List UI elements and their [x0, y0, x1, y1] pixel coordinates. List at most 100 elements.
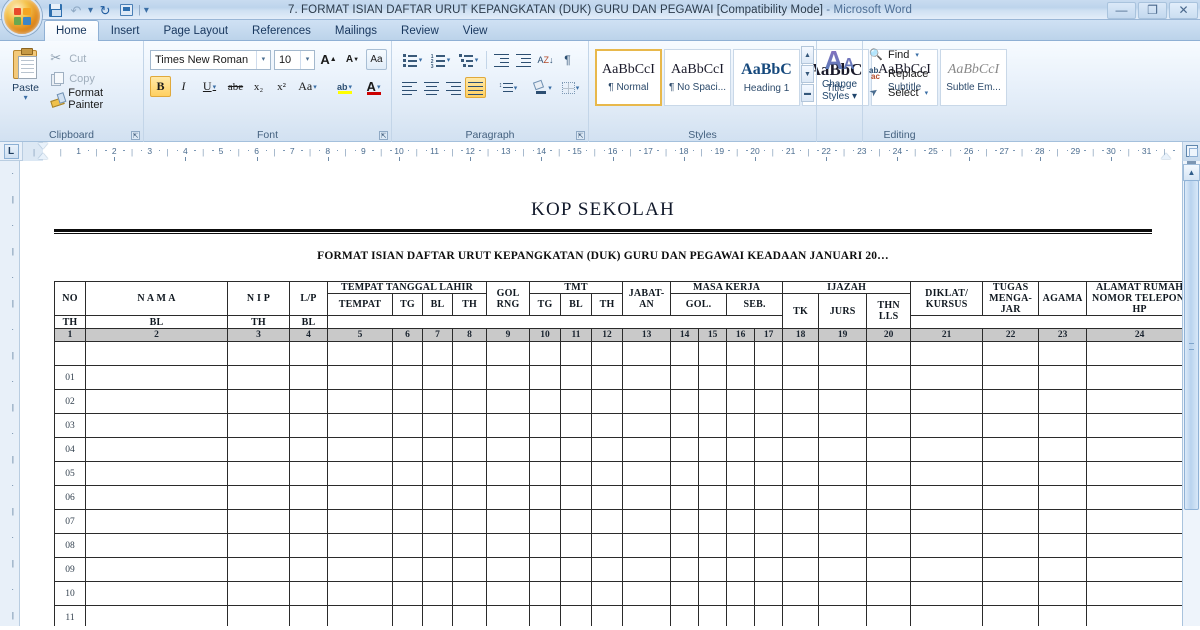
table-cell[interactable] [592, 606, 623, 627]
table-cell[interactable] [393, 414, 423, 438]
table-cell[interactable] [755, 582, 783, 606]
table-row[interactable]: 02 [55, 390, 1183, 414]
table-cell[interactable] [1087, 390, 1182, 414]
table-cell[interactable] [699, 390, 727, 414]
table-cell[interactable] [328, 510, 393, 534]
table-cell[interactable] [867, 486, 911, 510]
table-row[interactable]: 07 [55, 510, 1183, 534]
table-cell[interactable] [1087, 366, 1182, 390]
table-cell[interactable] [819, 510, 867, 534]
table-cell[interactable] [290, 582, 328, 606]
ruler-default-tab-stop[interactable] [541, 157, 542, 161]
table-cell[interactable] [727, 510, 755, 534]
table-cell[interactable] [783, 390, 819, 414]
paragraph-dialog-launcher[interactable]: ⇱ [576, 131, 585, 140]
table-cell[interactable] [1087, 462, 1182, 486]
table-cell[interactable] [423, 366, 453, 390]
table-cell[interactable] [592, 510, 623, 534]
table-cell[interactable] [86, 558, 228, 582]
grow-font-icon[interactable]: A▲ [318, 49, 339, 70]
table-cell[interactable] [911, 486, 983, 510]
row-number-cell[interactable]: 05 [55, 462, 86, 486]
show-formatting-marks-icon[interactable]: ¶ [557, 49, 578, 70]
select-button[interactable]: Select ▾ [869, 82, 932, 101]
line-spacing-icon[interactable]: ↕▾ [494, 77, 521, 98]
table-row[interactable] [55, 342, 1183, 366]
table-cell[interactable] [671, 582, 699, 606]
table-cell[interactable] [328, 486, 393, 510]
table-cell[interactable] [423, 414, 453, 438]
styles-scroll-down-icon[interactable]: ▼ [801, 65, 814, 83]
row-number-cell[interactable]: 01 [55, 366, 86, 390]
table-cell[interactable] [623, 606, 671, 627]
table-cell[interactable] [1087, 438, 1182, 462]
cut-button[interactable]: Cut [47, 50, 139, 67]
table-cell[interactable] [453, 582, 487, 606]
table-cell[interactable] [699, 438, 727, 462]
table-cell[interactable] [487, 510, 530, 534]
table-cell[interactable] [867, 582, 911, 606]
row-number-cell[interactable]: 04 [55, 438, 86, 462]
table-cell[interactable] [86, 486, 228, 510]
table-cell[interactable] [819, 462, 867, 486]
table-cell[interactable] [453, 558, 487, 582]
table-cell[interactable] [819, 534, 867, 558]
table-cell[interactable] [453, 534, 487, 558]
table-cell[interactable] [911, 510, 983, 534]
ruler-default-tab-stop[interactable] [1111, 157, 1112, 161]
table-cell[interactable] [867, 438, 911, 462]
ruler-default-tab-stop[interactable] [257, 157, 258, 161]
table-cell[interactable] [727, 414, 755, 438]
table-cell[interactable] [819, 606, 867, 627]
table-cell[interactable] [783, 366, 819, 390]
table-cell[interactable] [561, 486, 592, 510]
table-cell[interactable] [911, 534, 983, 558]
tab-page-layout[interactable]: Page Layout [151, 20, 240, 40]
table-cell[interactable] [983, 606, 1039, 627]
table-cell[interactable] [699, 366, 727, 390]
table-cell[interactable] [1087, 582, 1182, 606]
table-cell[interactable] [755, 390, 783, 414]
table-cell[interactable] [1087, 558, 1182, 582]
ruler-default-tab-stop[interactable] [613, 157, 614, 161]
table-cell[interactable] [592, 462, 623, 486]
table-cell[interactable] [911, 558, 983, 582]
table-cell[interactable] [328, 462, 393, 486]
table-row[interactable]: 09 [55, 558, 1183, 582]
tab-home[interactable]: Home [44, 20, 99, 41]
table-cell[interactable] [290, 486, 328, 510]
table-cell[interactable] [423, 558, 453, 582]
table-cell[interactable] [86, 534, 228, 558]
table-cell[interactable] [671, 558, 699, 582]
table-cell[interactable] [671, 534, 699, 558]
table-cell[interactable] [290, 414, 328, 438]
table-cell[interactable] [592, 366, 623, 390]
table-cell[interactable] [228, 510, 290, 534]
tab-view[interactable]: View [451, 20, 500, 40]
table-row[interactable]: 04 [55, 438, 1183, 462]
right-indent-marker[interactable] [1161, 153, 1171, 159]
vertical-scrollbar[interactable]: ▲ [1182, 161, 1200, 626]
ruler-default-tab-stop[interactable] [826, 157, 827, 161]
table-cell[interactable] [755, 462, 783, 486]
table-cell[interactable] [671, 486, 699, 510]
table-cell[interactable] [561, 534, 592, 558]
table-cell[interactable] [983, 366, 1039, 390]
table-cell[interactable] [393, 582, 423, 606]
duk-table[interactable]: NO N A M A N I P L/P TEMPAT TANGGAL LAHI… [54, 281, 1182, 626]
table-cell[interactable] [86, 414, 228, 438]
table-cell[interactable] [623, 342, 671, 366]
table-cell[interactable] [727, 366, 755, 390]
bold-button[interactable]: B [150, 76, 171, 97]
ruler-default-tab-stop[interactable] [969, 157, 970, 161]
table-cell[interactable] [592, 558, 623, 582]
table-cell[interactable] [783, 462, 819, 486]
style-no-spacing[interactable]: AaBbCcI ¶ No Spaci... [664, 49, 731, 106]
ruler-default-tab-stop[interactable] [1040, 157, 1041, 161]
font-name-dropdown-icon[interactable]: ▾ [256, 51, 270, 69]
table-cell[interactable] [561, 510, 592, 534]
table-cell[interactable] [530, 606, 561, 627]
table-cell[interactable] [755, 342, 783, 366]
table-cell[interactable] [727, 390, 755, 414]
table-cell[interactable] [867, 390, 911, 414]
